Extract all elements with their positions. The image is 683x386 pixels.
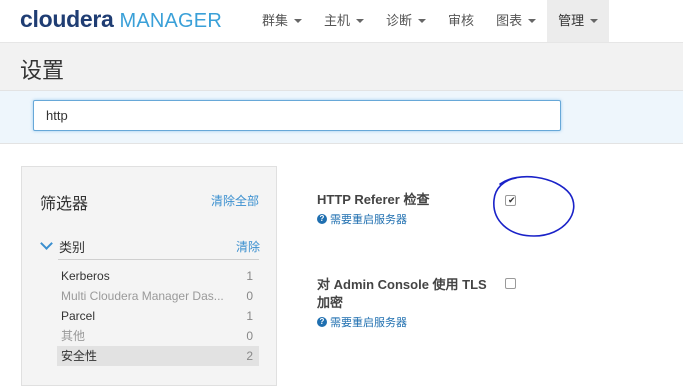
question-circle-icon: ? — [317, 214, 327, 224]
setting-label-line1: 对 Admin Console 使用 TLS — [317, 277, 487, 292]
filter-item-security[interactable]: 安全性 2 — [57, 346, 259, 366]
settings-search-input[interactable] — [33, 100, 561, 131]
chevron-down-icon — [40, 237, 53, 250]
restart-required-note[interactable]: ? 需要重启服务器 — [317, 211, 429, 227]
nav-audits-link[interactable]: 审核 — [437, 0, 485, 42]
caret-down-icon — [356, 19, 365, 23]
hand-drawn-circle-annotation — [493, 175, 575, 237]
filters-panel: 筛选器 清除全部 类别 清除 Kerberos 1 Multi Cloudera… — [21, 166, 277, 386]
filter-item-label: 安全性 — [61, 349, 98, 363]
divider — [58, 259, 259, 260]
admin-console-tls-checkbox[interactable] — [505, 278, 516, 289]
filter-item-count: 2 — [246, 349, 253, 363]
filter-item-multi-cloudera-manager[interactable]: Multi Cloudera Manager Das... 0 — [57, 286, 259, 306]
filter-item-count: 0 — [246, 329, 253, 343]
nav-charts-label: 图表 — [496, 13, 523, 28]
category-section-header[interactable]: 类别 清除 — [40, 237, 260, 255]
nav-hosts-label: 主机 — [324, 13, 351, 28]
setting-label: HTTP Referer 检查 — [317, 192, 430, 207]
filter-item-label: Parcel — [61, 309, 96, 323]
restart-required-note[interactable]: ? 需要重启服务器 — [317, 314, 487, 330]
top-navbar: cloudera MANAGER 群集 主机 诊断 审核 图表 管理 — [0, 0, 683, 43]
search-bar-area — [0, 91, 683, 144]
clear-category-link[interactable]: 清除 — [236, 238, 260, 255]
page-title: 设置 — [20, 58, 65, 83]
filter-item-other[interactable]: 其他 0 — [57, 326, 259, 346]
caret-down-icon — [418, 19, 427, 23]
filter-item-label: 其他 — [61, 329, 86, 343]
category-label: 类别 — [59, 240, 86, 255]
caret-down-icon — [590, 19, 599, 23]
cloudera-manager-logo[interactable]: cloudera MANAGER — [20, 6, 222, 32]
caret-down-icon — [294, 19, 303, 23]
filter-item-parcel[interactable]: Parcel 1 — [57, 306, 259, 326]
restart-required-text: 需要重启服务器 — [330, 214, 407, 226]
nav-diagnostics-menu[interactable]: 诊断 — [375, 0, 437, 42]
filter-item-label: Multi Cloudera Manager Das... — [61, 289, 224, 303]
restart-required-text: 需要重启服务器 — [330, 317, 407, 329]
logo-product-text: MANAGER — [119, 10, 222, 32]
nav-clusters-menu[interactable]: 群集 — [251, 0, 313, 42]
setting-admin-console-tls: 对 Admin Console 使用 TLS 加密 ? 需要重启服务器 — [317, 276, 487, 330]
page-header: 设置 — [0, 43, 683, 91]
filter-item-kerberos[interactable]: Kerberos 1 — [57, 266, 259, 286]
nav-hosts-menu[interactable]: 主机 — [313, 0, 375, 42]
clear-all-filters-link[interactable]: 清除全部 — [211, 192, 259, 209]
question-circle-icon: ? — [317, 317, 327, 327]
filter-item-count: 0 — [246, 289, 253, 303]
setting-http-referer-check: HTTP Referer 检查 ? 需要重启服务器 — [317, 191, 429, 227]
nav-diagnostics-label: 诊断 — [386, 13, 413, 28]
nav-administration-menu[interactable]: 管理 — [547, 0, 610, 42]
nav-clusters-label: 群集 — [262, 13, 289, 28]
caret-down-icon — [528, 19, 537, 23]
filter-item-count: 1 — [246, 269, 253, 283]
filter-item-count: 1 — [246, 309, 253, 323]
logo-brand-text: cloudera — [20, 6, 114, 32]
category-filter-list: Kerberos 1 Multi Cloudera Manager Das...… — [57, 266, 259, 366]
nav-charts-menu[interactable]: 图表 — [485, 0, 547, 42]
main-menu: 群集 主机 诊断 审核 图表 管理 — [251, 0, 610, 42]
nav-audits-label: 审核 — [448, 13, 475, 28]
filter-item-label: Kerberos — [61, 269, 110, 283]
nav-administration-label: 管理 — [558, 13, 585, 28]
setting-label-line2: 加密 — [317, 295, 344, 310]
filters-title: 筛选器 — [40, 196, 89, 213]
